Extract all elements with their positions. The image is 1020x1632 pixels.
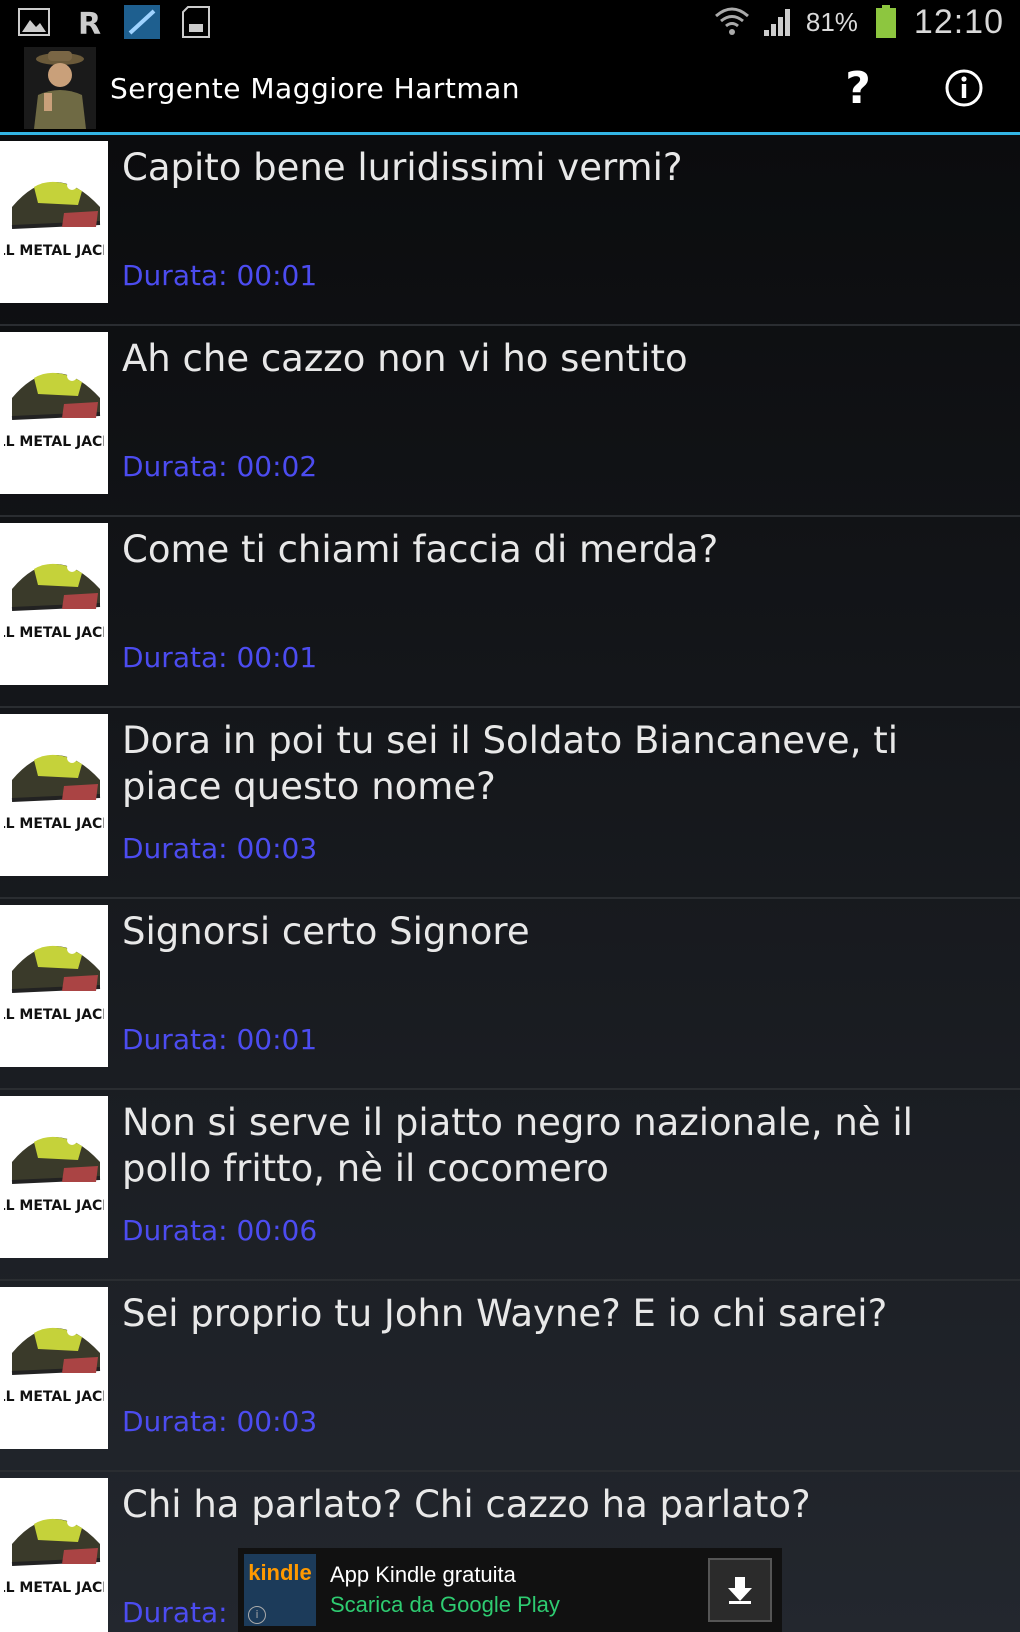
sound-title: Capito bene luridissimi vermi?: [122, 146, 683, 189]
signal-icon: [760, 5, 796, 39]
list-item[interactable]: FULL METAL JACKET Sei proprio tu John Wa…: [0, 1281, 1020, 1472]
full-metal-jacket-thumbnail: FULL METAL JACKET: [0, 523, 108, 685]
battery-percentage: 81%: [805, 6, 858, 37]
thumbnail-caption: FULL METAL JACKET: [4, 1580, 104, 1596]
sound-duration: Durata: 00:06: [122, 1214, 318, 1247]
thumbnail-caption: FULL METAL JACKET: [4, 243, 104, 259]
sound-title: Dora in poi tu sei il Soldato Biancaneve…: [122, 719, 899, 808]
full-metal-jacket-thumbnail: FULL METAL JACKET: [0, 714, 108, 876]
thumbnail-caption: FULL METAL JACKET: [4, 625, 104, 641]
svg-text:R: R: [78, 7, 101, 38]
wifi-icon: [714, 5, 750, 39]
sound-title: Come ti chiami faccia di merda?: [122, 528, 719, 571]
thumbnail-caption: FULL METAL JACKET: [4, 816, 104, 832]
sound-duration: Durata: 00:01: [122, 1023, 318, 1056]
ad-title: App Kindle gratuita: [330, 1562, 516, 1587]
full-metal-jacket-thumbnail: FULL METAL JACKET: [0, 332, 108, 494]
app-logo: [24, 47, 96, 129]
sound-title: Ah che cazzo non vi ho sentito: [122, 337, 688, 380]
thumbnail-caption: FULL METAL JACKET: [4, 1389, 104, 1405]
list-item[interactable]: FULL METAL JACKET Ah che cazzo non vi ho…: [0, 326, 1020, 517]
ad-banner[interactable]: kindle i App Kindle gratuita Scarica da …: [238, 1548, 782, 1632]
full-metal-jacket-thumbnail: FULL METAL JACKET: [0, 1096, 108, 1258]
sound-duration: Durata: 00:02: [122, 450, 318, 483]
list-item[interactable]: FULL METAL JACKET Capito bene luridissim…: [0, 135, 1020, 326]
sound-list[interactable]: FULL METAL JACKET Capito bene luridissim…: [0, 135, 1020, 1632]
info-icon: [945, 69, 983, 107]
sound-duration: Durata: 0: [122, 1596, 255, 1629]
list-item[interactable]: FULL METAL JACKET Come ti chiami faccia …: [0, 517, 1020, 708]
battery-icon: [868, 5, 904, 39]
thumbnail-caption: FULL METAL JACKET: [4, 1198, 104, 1214]
app-bar: Sergente Maggiore Hartman ?: [0, 44, 1020, 135]
list-item[interactable]: FULL METAL JACKET Dora in poi tu sei il …: [0, 708, 1020, 899]
sound-title: Non si serve il piatto negro nazionale, …: [122, 1101, 913, 1190]
ad-subtitle: Scarica da Google Play: [330, 1592, 560, 1617]
sound-duration: Durata: 00:01: [122, 259, 318, 292]
gallery-icon: [16, 5, 52, 39]
full-metal-jacket-thumbnail: FULL METAL JACKET: [0, 905, 108, 1067]
info-button[interactable]: [924, 48, 1004, 128]
sound-duration: Durata: 00:01: [122, 641, 318, 674]
full-metal-jacket-thumbnail: FULL METAL JACKET: [0, 141, 108, 303]
kindle-logo: kindle i: [244, 1554, 316, 1626]
sd-card-icon: [178, 5, 214, 39]
thumbnail-caption: FULL METAL JACKET: [4, 1007, 104, 1023]
download-button[interactable]: [708, 1558, 772, 1622]
list-item[interactable]: FULL METAL JACKET Non si serve il piatto…: [0, 1090, 1020, 1281]
sound-title: Chi ha parlato? Chi cazzo ha parlato?: [122, 1483, 811, 1526]
download-arrow-icon: [728, 1577, 752, 1604]
status-bar: R 81% 12:10: [0, 0, 1020, 44]
r-app-icon: R: [70, 5, 106, 39]
sound-title: Signorsi certo Signore: [122, 910, 530, 953]
thumbnail-caption: FULL METAL JACKET: [4, 434, 104, 450]
sound-title: Sei proprio tu John Wayne? E io chi sare…: [122, 1292, 888, 1335]
app-title: Sergente Maggiore Hartman: [110, 71, 521, 105]
sound-duration: Durata: 00:03: [122, 832, 318, 865]
app-notification-icon: [124, 5, 160, 39]
ad-info-icon[interactable]: i: [248, 1606, 266, 1624]
sound-duration: Durata: 00:03: [122, 1405, 318, 1438]
full-metal-jacket-thumbnail: FULL METAL JACKET: [0, 1478, 108, 1632]
full-metal-jacket-thumbnail: FULL METAL JACKET: [0, 1287, 108, 1449]
kindle-logo-text: kindle: [248, 1560, 312, 1585]
clock: 12:10: [913, 2, 1004, 41]
list-item[interactable]: FULL METAL JACKET Signorsi certo Signore…: [0, 899, 1020, 1090]
help-button[interactable]: ?: [818, 48, 898, 128]
